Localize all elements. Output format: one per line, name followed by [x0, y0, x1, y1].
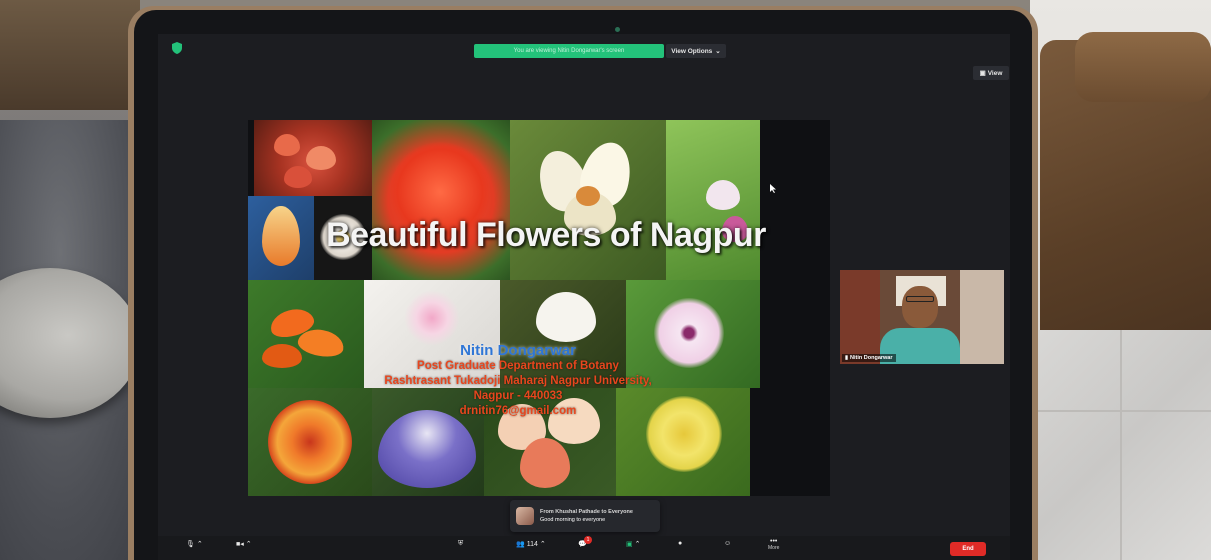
- more-button[interactable]: ••• More: [768, 538, 779, 551]
- security-shield-icon: ⛨: [458, 540, 464, 547]
- mute-button[interactable]: 🎙 ⌃: [186, 540, 203, 548]
- flower-photo: [666, 120, 760, 280]
- chevron-up-icon[interactable]: ⌃: [540, 540, 546, 548]
- more-label: More: [768, 545, 780, 551]
- chat-message: Good morning to everyone: [540, 517, 606, 523]
- flower-photo: [254, 120, 372, 204]
- end-meeting-button[interactable]: End: [950, 542, 986, 556]
- slide-author: Nitin Dongarwar: [460, 342, 576, 359]
- chevron-up-icon[interactable]: ⌃: [246, 540, 252, 548]
- participant-video-tile[interactable]: ▮ Nitin Dongarwar: [840, 270, 1004, 364]
- reactions-icon: ☺: [724, 540, 732, 547]
- record-button[interactable]: ●: [678, 540, 682, 547]
- video-camera-icon: ■◂: [236, 541, 244, 548]
- chat-unread-badge: 1: [584, 536, 592, 544]
- participants-icon: 👥: [516, 541, 525, 548]
- slide-city: Nagpur - 440033: [473, 390, 563, 402]
- slide-department: Post Graduate Department of Botany: [417, 360, 619, 372]
- chevron-up-icon[interactable]: ⌃: [197, 540, 203, 548]
- glasses: [906, 296, 934, 302]
- floor-tiles: [1030, 330, 1211, 560]
- chat-sender: From Khushal Pathade to Everyone: [540, 509, 633, 515]
- video-button[interactable]: ■◂ ⌃: [236, 540, 252, 548]
- slide-university: Rashtrasant Tukadoji Maharaj Nagpur Univ…: [384, 375, 652, 387]
- view-options-button[interactable]: View Options ⌄: [666, 44, 726, 58]
- share-screen-icon: ▣: [626, 541, 633, 548]
- mouse-pointer-icon: [770, 184, 776, 193]
- view-button[interactable]: ▣ View: [973, 66, 1009, 80]
- chevron-down-icon: ⌄: [715, 48, 721, 55]
- more-dots-icon: •••: [770, 538, 778, 545]
- reactions-button[interactable]: ☺: [724, 540, 731, 547]
- chat-notification[interactable]: From Khushal Pathade to Everyone Good mo…: [510, 500, 660, 532]
- participants-button[interactable]: 👥 114 ⌃: [516, 540, 546, 549]
- avatar: [516, 507, 534, 525]
- view-grid-icon: ▣: [979, 70, 986, 77]
- flower-photo: [510, 120, 666, 280]
- chat-button[interactable]: 💬 1: [578, 536, 592, 548]
- flower-photo: [372, 120, 510, 280]
- microphone-icon: 🎙: [186, 541, 195, 548]
- share-screen-button[interactable]: ▣ ⌃: [626, 540, 641, 548]
- zoom-meeting-window: You are viewing Nitin Dongarwar's screen…: [158, 34, 1010, 560]
- screen-share-banner: You are viewing Nitin Dongarwar's screen: [474, 44, 664, 58]
- slide-title: Beautiful Flowers of Nagpur: [326, 216, 766, 254]
- participant-name-label: ▮ Nitin Dongarwar: [842, 354, 896, 362]
- security-shield-icon[interactable]: [172, 42, 182, 54]
- meeting-toolbar: 🎙 ⌃ ■◂ ⌃ ⛨ 👥 114 ⌃ 💬 1 ▣ ⌃ ● ☺ ••• More …: [158, 536, 1010, 560]
- wooden-shelf: [0, 0, 140, 110]
- shared-slide: Beautiful Flowers of Nagpur Nitin Dongar…: [248, 120, 830, 496]
- participants-count: 114: [526, 540, 538, 548]
- chevron-up-icon[interactable]: ⌃: [635, 540, 641, 548]
- security-button[interactable]: ⛨: [458, 540, 463, 548]
- signal-bars-icon: ▮: [845, 355, 849, 361]
- webcam: [615, 27, 620, 32]
- record-icon: ●: [678, 540, 683, 547]
- participant-name: Nitin Dongarwar: [850, 355, 893, 361]
- slide-email: drnitin76@gmail.com: [459, 405, 577, 417]
- participant-face: [902, 286, 938, 328]
- chair-cushion: [1075, 32, 1211, 102]
- view-label: View: [987, 69, 1003, 77]
- view-options-label: View Options: [671, 47, 713, 55]
